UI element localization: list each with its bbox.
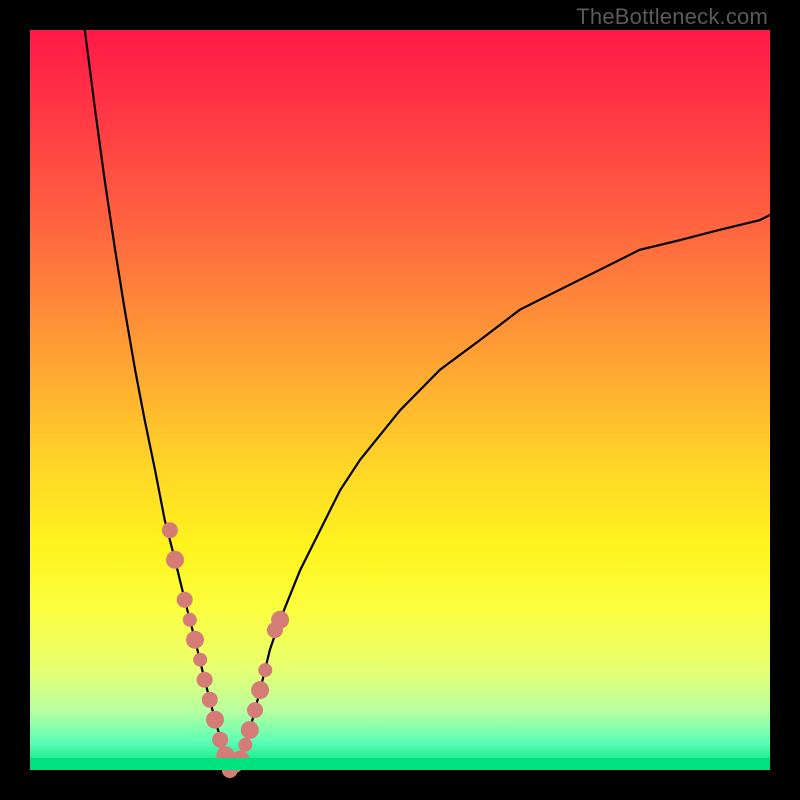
sample-dot: [251, 681, 269, 699]
sample-dot: [183, 613, 197, 627]
sample-dot: [162, 522, 178, 538]
sample-dot: [271, 611, 289, 629]
green-baseline-strip: [30, 758, 770, 770]
sample-dot: [206, 711, 224, 729]
sample-dot: [212, 732, 228, 748]
sample-dot: [241, 721, 259, 739]
sample-dot: [186, 631, 204, 649]
sample-dot: [202, 692, 218, 708]
sample-dot: [238, 738, 252, 752]
bottleneck-curve: [85, 30, 770, 770]
sample-dot: [197, 672, 213, 688]
sample-dot: [258, 663, 272, 677]
attribution-text: TheBottleneck.com: [576, 4, 768, 30]
sample-dot: [177, 592, 193, 608]
sample-dot: [247, 702, 263, 718]
sample-dot: [166, 551, 184, 569]
sample-dot: [193, 653, 207, 667]
chart-svg: [30, 30, 770, 770]
plot-area: [30, 30, 770, 770]
chart-frame: TheBottleneck.com: [0, 0, 800, 800]
